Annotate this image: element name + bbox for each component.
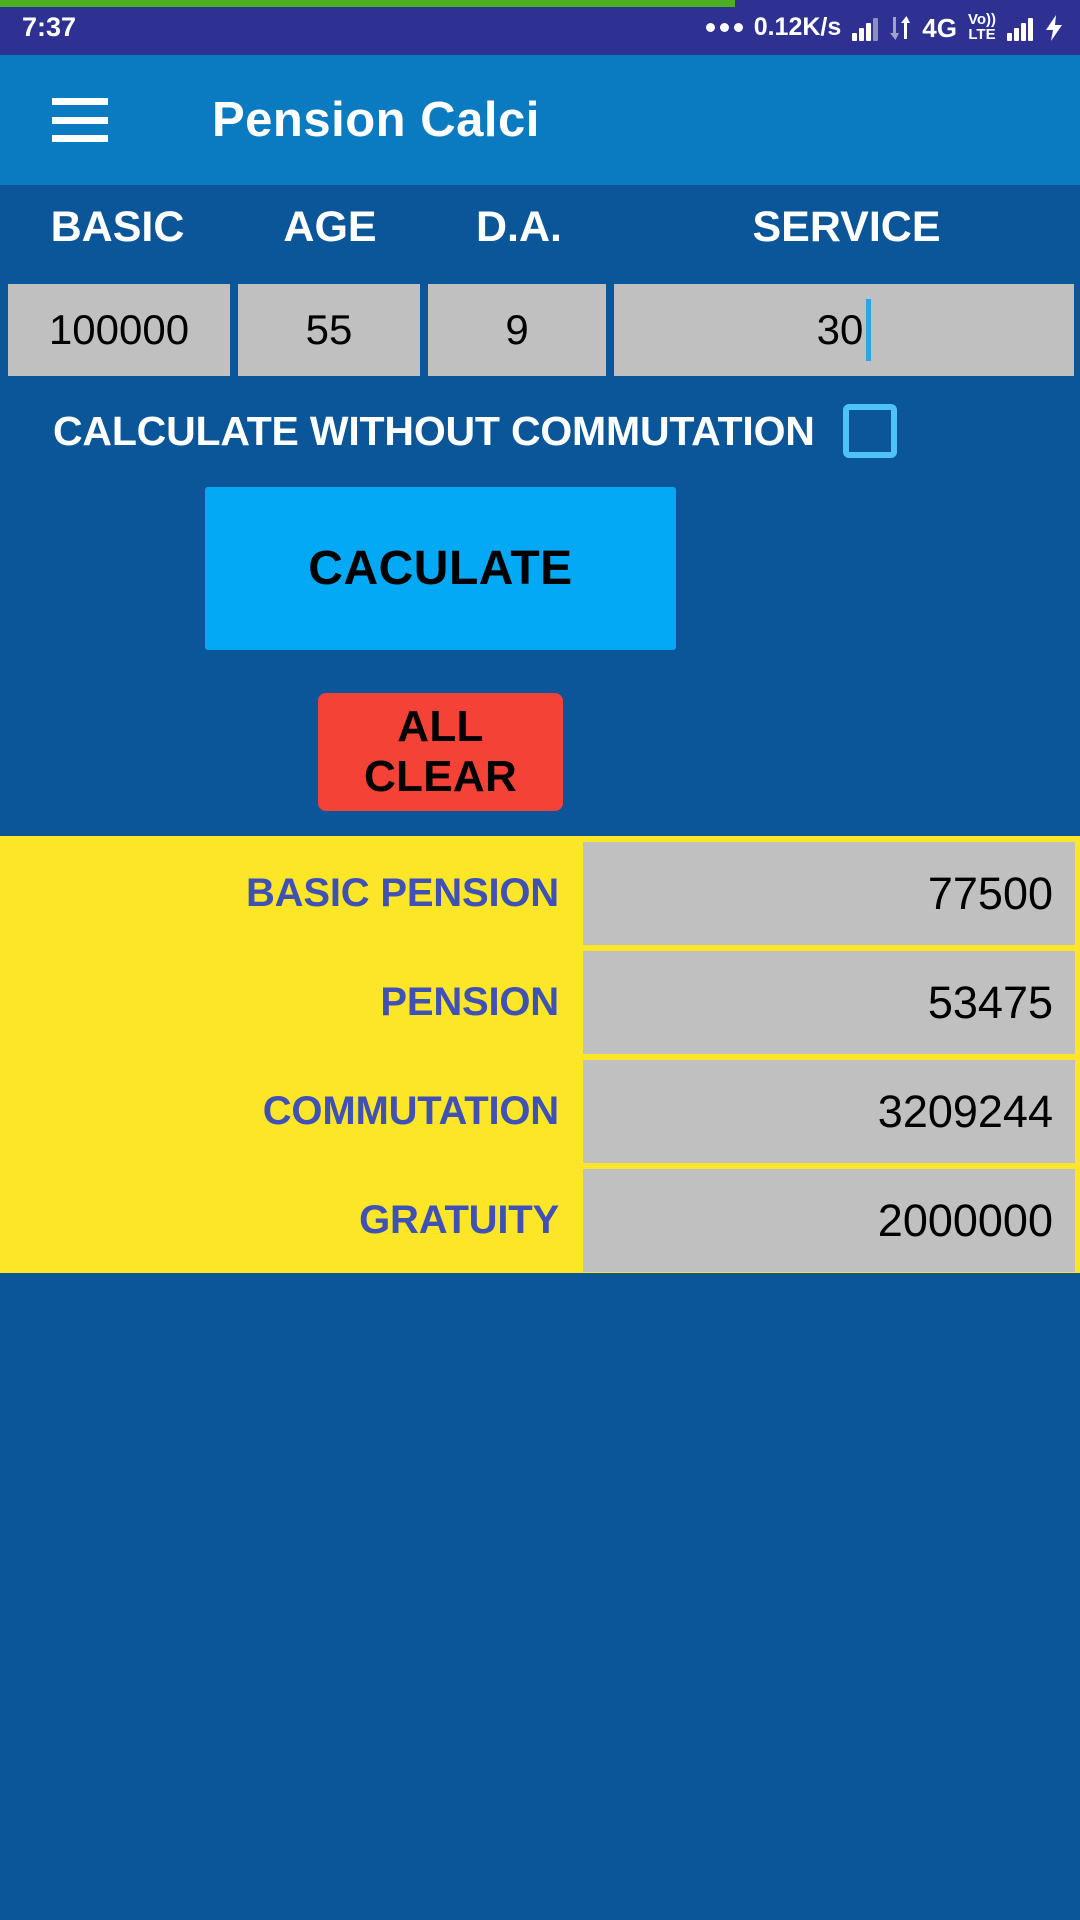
hamburger-menu-icon[interactable] — [52, 98, 108, 142]
input-labels-row: BASIC AGE D.A. SERVICE — [0, 203, 1080, 252]
result-value: 2000000 — [583, 1169, 1075, 1272]
battery-charging-bolt-icon — [1044, 14, 1064, 42]
service-input-value: 30 — [816, 306, 864, 353]
label-service: SERVICE — [752, 203, 941, 251]
volte-bottom-text: LTE — [968, 25, 996, 43]
network-speed-text: 0.12K/s — [753, 13, 842, 41]
age-input[interactable] — [238, 284, 420, 376]
page-load-progress-bar — [0, 0, 735, 7]
result-label: PENSION — [380, 980, 559, 1024]
result-label: GRATUITY — [359, 1198, 559, 1242]
result-label: BASIC PENSION — [245, 871, 559, 915]
background-filler — [0, 1273, 1080, 1920]
app-bar: Pension Calci — [0, 55, 1080, 185]
input-fields-row: 30 — [8, 284, 1076, 376]
input-section: BASIC AGE D.A. SERVICE 30 — [0, 185, 1080, 376]
network-type-text: 4G — [922, 12, 957, 43]
results-panel: BASIC PENSION 77500 PENSION 53475 COMMUT… — [0, 836, 1080, 1273]
more-dots-icon — [705, 23, 743, 32]
status-clock: 7:37 — [22, 12, 77, 42]
without-commutation-label: CALCULATE WITHOUT COMMUTATION — [53, 407, 815, 454]
volte-icon: Vo)) LTE — [968, 12, 996, 43]
all-clear-button[interactable]: ALL CLEAR — [318, 693, 563, 811]
service-input[interactable]: 30 — [614, 284, 1074, 376]
page-title: Pension Calci — [212, 93, 540, 147]
label-da: D.A. — [476, 203, 562, 251]
data-transfer-arrows-icon — [889, 15, 911, 41]
result-row-commutation: COMMUTATION 3209244 — [0, 1060, 1080, 1163]
result-label: COMMUTATION — [262, 1089, 559, 1133]
result-row-pension: PENSION 53475 — [0, 951, 1080, 1054]
result-value: 77500 — [583, 842, 1075, 945]
result-row-gratuity: GRATUITY 2000000 — [0, 1169, 1080, 1272]
result-row-basic-pension: BASIC PENSION 77500 — [0, 842, 1080, 945]
without-commutation-checkbox[interactable] — [842, 404, 897, 458]
calculate-button[interactable]: CACULATE — [205, 487, 676, 650]
label-age: AGE — [283, 203, 377, 251]
signal-bars-icon-secondary — [1007, 15, 1033, 41]
da-input[interactable] — [428, 284, 606, 376]
signal-bars-icon — [852, 15, 879, 41]
without-commutation-row[interactable]: CALCULATE WITHOUT COMMUTATION — [0, 392, 1080, 470]
result-value: 53475 — [583, 951, 1075, 1054]
text-cursor — [866, 299, 872, 361]
basic-input[interactable] — [8, 284, 230, 376]
label-basic: BASIC — [50, 203, 185, 251]
status-bar: 7:37 0.12K/s 4G Vo)) LTE — [0, 0, 1080, 55]
status-bar-icons: 0.12K/s 4G Vo)) LTE — [705, 12, 1064, 43]
result-value: 3209244 — [583, 1060, 1075, 1163]
app-root: 7:37 0.12K/s 4G Vo)) LTE Pension Calci B… — [0, 0, 1080, 1920]
